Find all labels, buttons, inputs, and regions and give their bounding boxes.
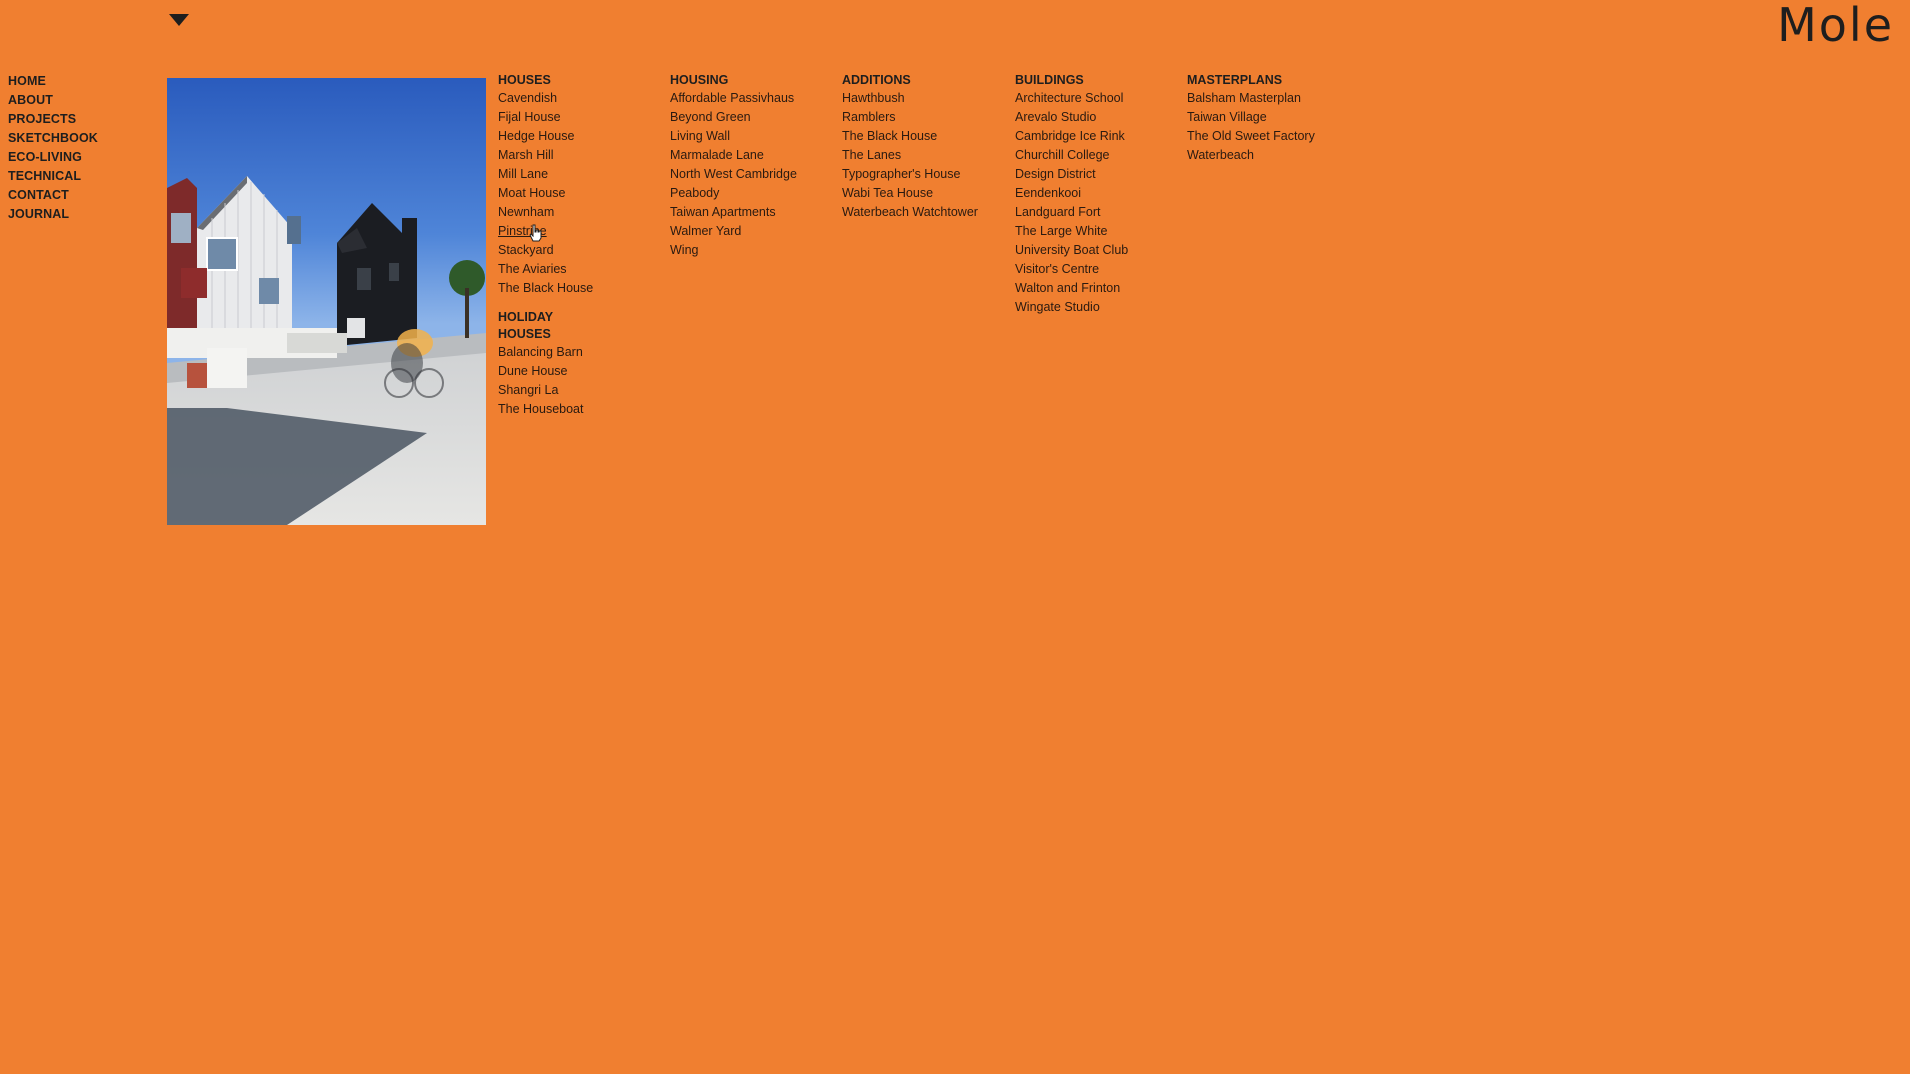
project-link[interactable]: Wingate Studio <box>1015 298 1128 317</box>
project-link[interactable]: Taiwan Village <box>1187 108 1315 127</box>
project-link[interactable]: Typographer's House <box>842 165 978 184</box>
project-link[interactable]: Cambridge Ice Rink <box>1015 127 1128 146</box>
nav-projects[interactable]: PROJECTS <box>8 110 98 129</box>
project-link[interactable]: The Black House <box>842 127 978 146</box>
project-link[interactable]: The Lanes <box>842 146 978 165</box>
hand-pointer-icon <box>529 224 543 242</box>
project-link[interactable]: The Houseboat <box>498 400 593 419</box>
project-link[interactable]: Balsham Masterplan <box>1187 89 1315 108</box>
project-link[interactable]: Dune House <box>498 362 593 381</box>
nav-home[interactable]: HOME <box>8 72 98 91</box>
project-link[interactable]: Hedge House <box>498 127 593 146</box>
heading-housing: HOUSING <box>670 73 729 87</box>
project-link[interactable]: The Aviaries <box>498 260 593 279</box>
project-link[interactable]: Walton and Frinton <box>1015 279 1128 298</box>
nav-contact[interactable]: CONTACT <box>8 186 98 205</box>
project-link-hovered[interactable]: Pinstripe <box>498 222 593 241</box>
project-link[interactable]: Living Wall <box>670 127 797 146</box>
project-link[interactable]: North West Cambridge <box>670 165 797 184</box>
project-link[interactable]: Hawthbush <box>842 89 978 108</box>
project-link[interactable]: Wabi Tea House <box>842 184 978 203</box>
project-link[interactable]: Churchill College <box>1015 146 1128 165</box>
project-link[interactable]: Landguard Fort <box>1015 203 1128 222</box>
project-link[interactable]: Beyond Green <box>670 108 797 127</box>
project-link[interactable]: The Old Sweet Factory <box>1187 127 1315 146</box>
nav-sketchbook[interactable]: SKETCHBOOK <box>8 129 98 148</box>
column-housing: HOUSING Affordable Passivhaus Beyond Gre… <box>670 70 797 260</box>
project-link[interactable]: Shangri La <box>498 381 593 400</box>
project-link[interactable]: Cavendish <box>498 89 593 108</box>
heading-houses: HOUSES <box>498 73 551 87</box>
nav-about[interactable]: ABOUT <box>8 91 98 110</box>
project-link[interactable]: Visitor's Centre <box>1015 260 1128 279</box>
menu-toggle-triangle-down-icon[interactable] <box>167 12 191 28</box>
project-link[interactable]: Design District <box>1015 165 1128 184</box>
project-link[interactable]: Eendenkooi <box>1015 184 1128 203</box>
project-link[interactable]: Fijal House <box>498 108 593 127</box>
nav-technical[interactable]: TECHNICAL <box>8 167 98 186</box>
project-link[interactable]: The Large White <box>1015 222 1128 241</box>
project-link[interactable]: Waterbeach <box>1187 146 1315 165</box>
project-link[interactable]: Arevalo Studio <box>1015 108 1128 127</box>
column-masterplans: MASTERPLANS Balsham Masterplan Taiwan Vi… <box>1187 70 1315 165</box>
project-link[interactable]: Marmalade Lane <box>670 146 797 165</box>
site-logo[interactable]: Mole <box>1777 0 1894 48</box>
heading-buildings: BUILDINGS <box>1015 73 1084 87</box>
project-link[interactable]: The Black House <box>498 279 593 298</box>
project-link[interactable]: Walmer Yard <box>670 222 797 241</box>
nav-journal[interactable]: JOURNAL <box>8 205 98 224</box>
project-link[interactable]: Taiwan Apartments <box>670 203 797 222</box>
main-nav: HOME ABOUT PROJECTS SKETCHBOOK ECO-LIVIN… <box>8 72 98 224</box>
project-link[interactable]: Moat House <box>498 184 593 203</box>
column-buildings: BUILDINGS Architecture School Arevalo St… <box>1015 70 1128 317</box>
project-link[interactable]: Marsh Hill <box>498 146 593 165</box>
nav-eco-living[interactable]: ECO-LIVING <box>8 148 98 167</box>
project-preview-photo <box>167 78 486 525</box>
project-link[interactable]: Peabody <box>670 184 797 203</box>
project-link[interactable]: Newnham <box>498 203 593 222</box>
project-link[interactable]: Affordable Passivhaus <box>670 89 797 108</box>
project-link[interactable]: Architecture School <box>1015 89 1128 108</box>
project-link[interactable]: Waterbeach Watchtower <box>842 203 978 222</box>
heading-holiday-houses: HOLIDAY HOUSES <box>498 310 553 341</box>
heading-masterplans: MASTERPLANS <box>1187 73 1283 87</box>
project-link[interactable]: University Boat Club <box>1015 241 1128 260</box>
project-link[interactable]: Ramblers <box>842 108 978 127</box>
project-link[interactable]: Stackyard <box>498 241 593 260</box>
project-link[interactable]: Mill Lane <box>498 165 593 184</box>
heading-additions: ADDITIONS <box>842 73 911 87</box>
project-link[interactable]: Balancing Barn <box>498 343 593 362</box>
project-link[interactable]: Wing <box>670 241 797 260</box>
column-additions: ADDITIONS Hawthbush Ramblers The Black H… <box>842 70 978 222</box>
column-houses: HOUSES Cavendish Fijal House Hedge House… <box>498 70 593 419</box>
